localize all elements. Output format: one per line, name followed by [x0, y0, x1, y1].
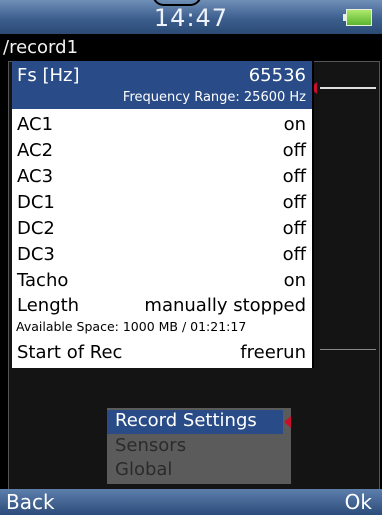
menu-item-sensors[interactable]: Sensors: [107, 435, 283, 459]
clock: 14:47: [153, 4, 229, 32]
menu-selection-marker-icon: [284, 416, 291, 428]
path-label: /record1: [3, 37, 79, 58]
menu-item-record-settings[interactable]: Record Settings: [107, 410, 283, 434]
setting-value: off: [282, 140, 306, 161]
breadcrumb: /record1: [0, 34, 382, 61]
setting-row-start-of-rec[interactable]: Start of Rec freerun: [12, 341, 312, 367]
setting-row-dc3[interactable]: DC3 off: [12, 243, 312, 269]
background-divider: [320, 87, 376, 89]
record-settings-dialog: Fs [Hz] 65536 Frequency Range: 25600 Hz …: [12, 61, 314, 368]
setting-value: on: [283, 270, 306, 291]
battery-icon: [343, 9, 372, 26]
setting-row-dc1[interactable]: DC1 off: [12, 191, 312, 217]
setting-label: Start of Rec: [17, 342, 123, 363]
available-space-text: Available Space: 1000 MB / 01:21:17: [16, 319, 247, 334]
setting-row-length[interactable]: Length manually stopped: [12, 294, 312, 320]
setting-label: DC2: [17, 218, 55, 239]
setting-label: AC2: [17, 140, 54, 161]
setting-label: AC3: [17, 166, 54, 187]
setting-value: off: [282, 192, 306, 213]
setting-value: off: [282, 244, 306, 265]
setting-row-dc2[interactable]: DC2 off: [12, 217, 312, 243]
setting-label: AC1: [17, 114, 54, 135]
fs-value: 65536: [248, 65, 306, 86]
fs-setting-row[interactable]: Fs [Hz] 65536 Frequency Range: 25600 Hz: [12, 61, 312, 109]
setting-row-tacho[interactable]: Tacho on: [12, 269, 312, 295]
setting-value: on: [283, 114, 306, 135]
back-button[interactable]: Back: [6, 490, 55, 514]
setting-row-ac2[interactable]: AC2 off: [12, 139, 312, 165]
setting-label: Tacho: [17, 270, 69, 291]
settings-menu: Record Settings Sensors Global: [107, 408, 291, 484]
setting-value: freerun: [240, 342, 306, 363]
menu-item-global[interactable]: Global: [107, 459, 283, 483]
setting-label: Length: [17, 295, 80, 316]
status-bar: 14:47: [0, 0, 382, 34]
setting-value: manually stopped: [144, 295, 306, 316]
fs-label: Fs [Hz]: [17, 65, 80, 86]
setting-row-ac1[interactable]: AC1 on: [12, 113, 312, 139]
background-divider: [320, 349, 376, 350]
ok-button[interactable]: Ok: [345, 490, 372, 514]
frequency-range-text: Frequency Range: 25600 Hz: [122, 90, 306, 105]
softkey-bar: Back Ok: [0, 489, 382, 515]
setting-label: DC1: [17, 192, 55, 213]
setting-value: off: [282, 166, 306, 187]
setting-row-ac3[interactable]: AC3 off: [12, 165, 312, 191]
setting-value: off: [282, 218, 306, 239]
setting-label: DC3: [17, 244, 55, 265]
